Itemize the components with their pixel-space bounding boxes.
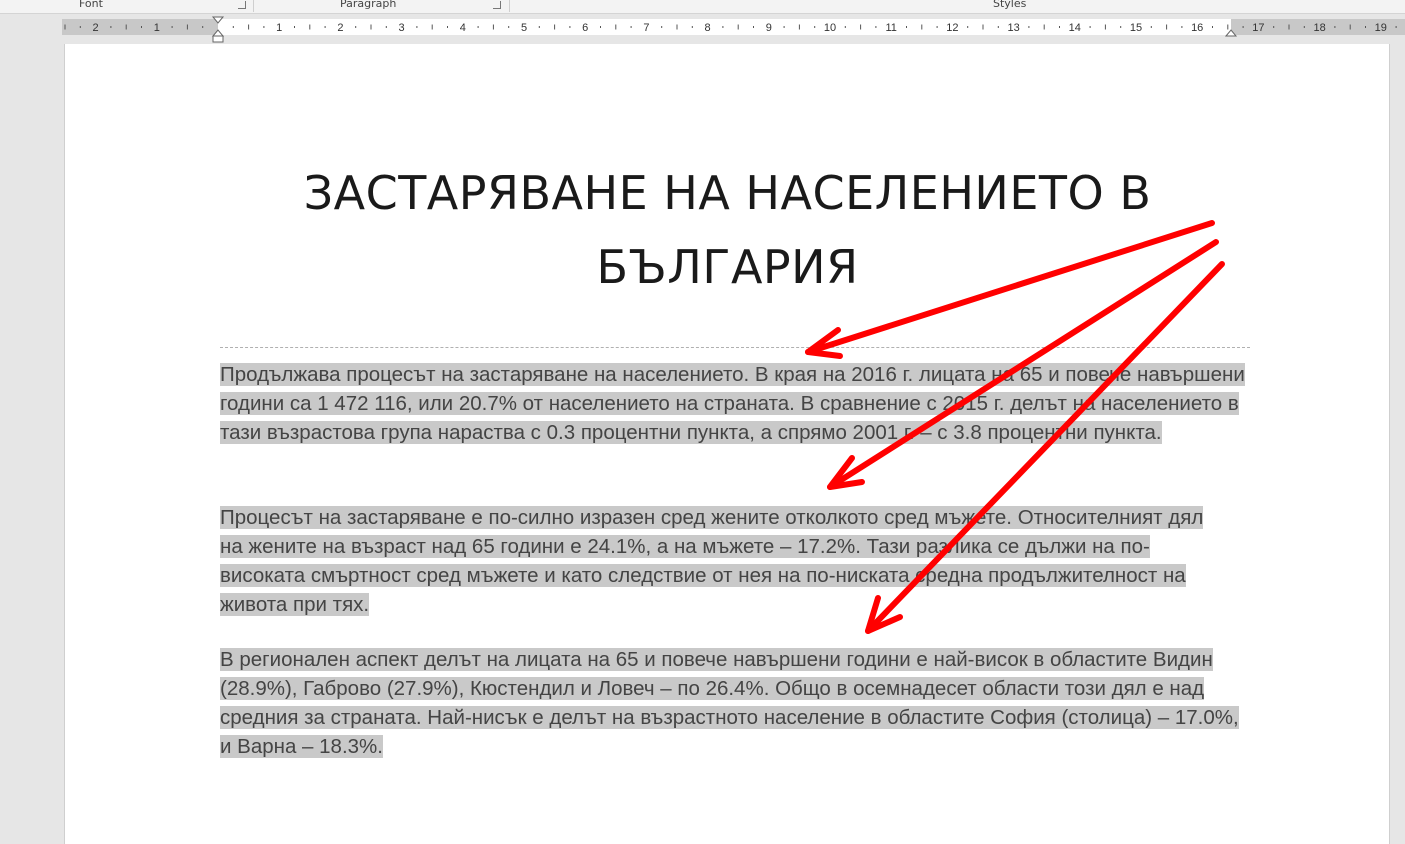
ruler-label: 19 — [1375, 22, 1387, 34]
ruler-label: 9 — [766, 22, 772, 34]
ruler-label: 16 — [1191, 22, 1203, 34]
ruler-label: 18 — [1313, 22, 1325, 34]
title-line-2: БЪЛГАРИЯ — [596, 240, 859, 294]
ruler-label: 13 — [1007, 22, 1019, 34]
ruler-label: 4 — [460, 22, 466, 34]
ruler-label: 12 — [946, 22, 958, 34]
paragraph-1-text: Продължава процесът на застаряване на на… — [220, 363, 1245, 444]
ruler-label: 11 — [885, 22, 896, 34]
ruler-label: 14 — [1069, 22, 1081, 34]
ruler-label: 8 — [705, 22, 711, 34]
ruler-label: 3 — [399, 22, 405, 34]
selection-border — [220, 347, 1250, 348]
paragraph-2-text: Процесът на застаряване е по-силно израз… — [220, 506, 1204, 616]
horizontal-ruler[interactable]: 2 1 1 2 3 4 5 6 7 8 9 10 11 12 13 14 15 16 17 18 19 — [0, 14, 1405, 44]
font-dialog-launcher-icon[interactable] — [238, 1, 246, 9]
group-separator — [509, 0, 510, 12]
paragraph-dialog-launcher-icon[interactable] — [493, 1, 501, 9]
ruler-label: 1 — [154, 22, 160, 34]
ruler-label: 15 — [1130, 22, 1142, 34]
ribbon-group-labels: Font Paragraph Styles — [0, 0, 1405, 14]
paragraph-1[interactable]: Продължава процесът на застаряване на на… — [220, 360, 1250, 447]
paragraph-group-label: Paragraph — [340, 0, 397, 10]
document-title[interactable]: ЗАСТАРЯВАНЕ НА НАСЕЛЕНИЕТО В БЪЛГАРИЯ — [220, 156, 1235, 304]
ruler-label: 10 — [824, 22, 836, 34]
paragraph-2[interactable]: Процесът на застаряване е по-силно израз… — [220, 503, 1220, 619]
paragraph-3-text: В регионален аспект делът на лицата на 6… — [220, 648, 1239, 758]
title-line-1: ЗАСТАРЯВАНЕ НА НАСЕЛЕНИЕТО В — [303, 166, 1152, 220]
group-separator — [253, 0, 254, 12]
left-indent-marker[interactable] — [212, 35, 224, 43]
ruler-label: 2 — [93, 22, 99, 34]
paragraph-3[interactable]: В регионален аспект делът на лицата на 6… — [220, 645, 1240, 761]
styles-group-label: Styles — [993, 0, 1027, 10]
font-group-label: Font — [79, 0, 103, 10]
ruler-label: 17 — [1252, 22, 1264, 34]
ruler-label: 7 — [643, 22, 649, 34]
document-page[interactable]: ЗАСТАРЯВАНЕ НА НАСЕЛЕНИЕТО В БЪЛГАРИЯ Пр… — [64, 44, 1390, 844]
ruler-label: 6 — [582, 22, 588, 34]
ruler-label: 2 — [337, 22, 343, 34]
ruler-label: 1 — [276, 22, 282, 34]
ruler-label: 5 — [521, 22, 527, 34]
